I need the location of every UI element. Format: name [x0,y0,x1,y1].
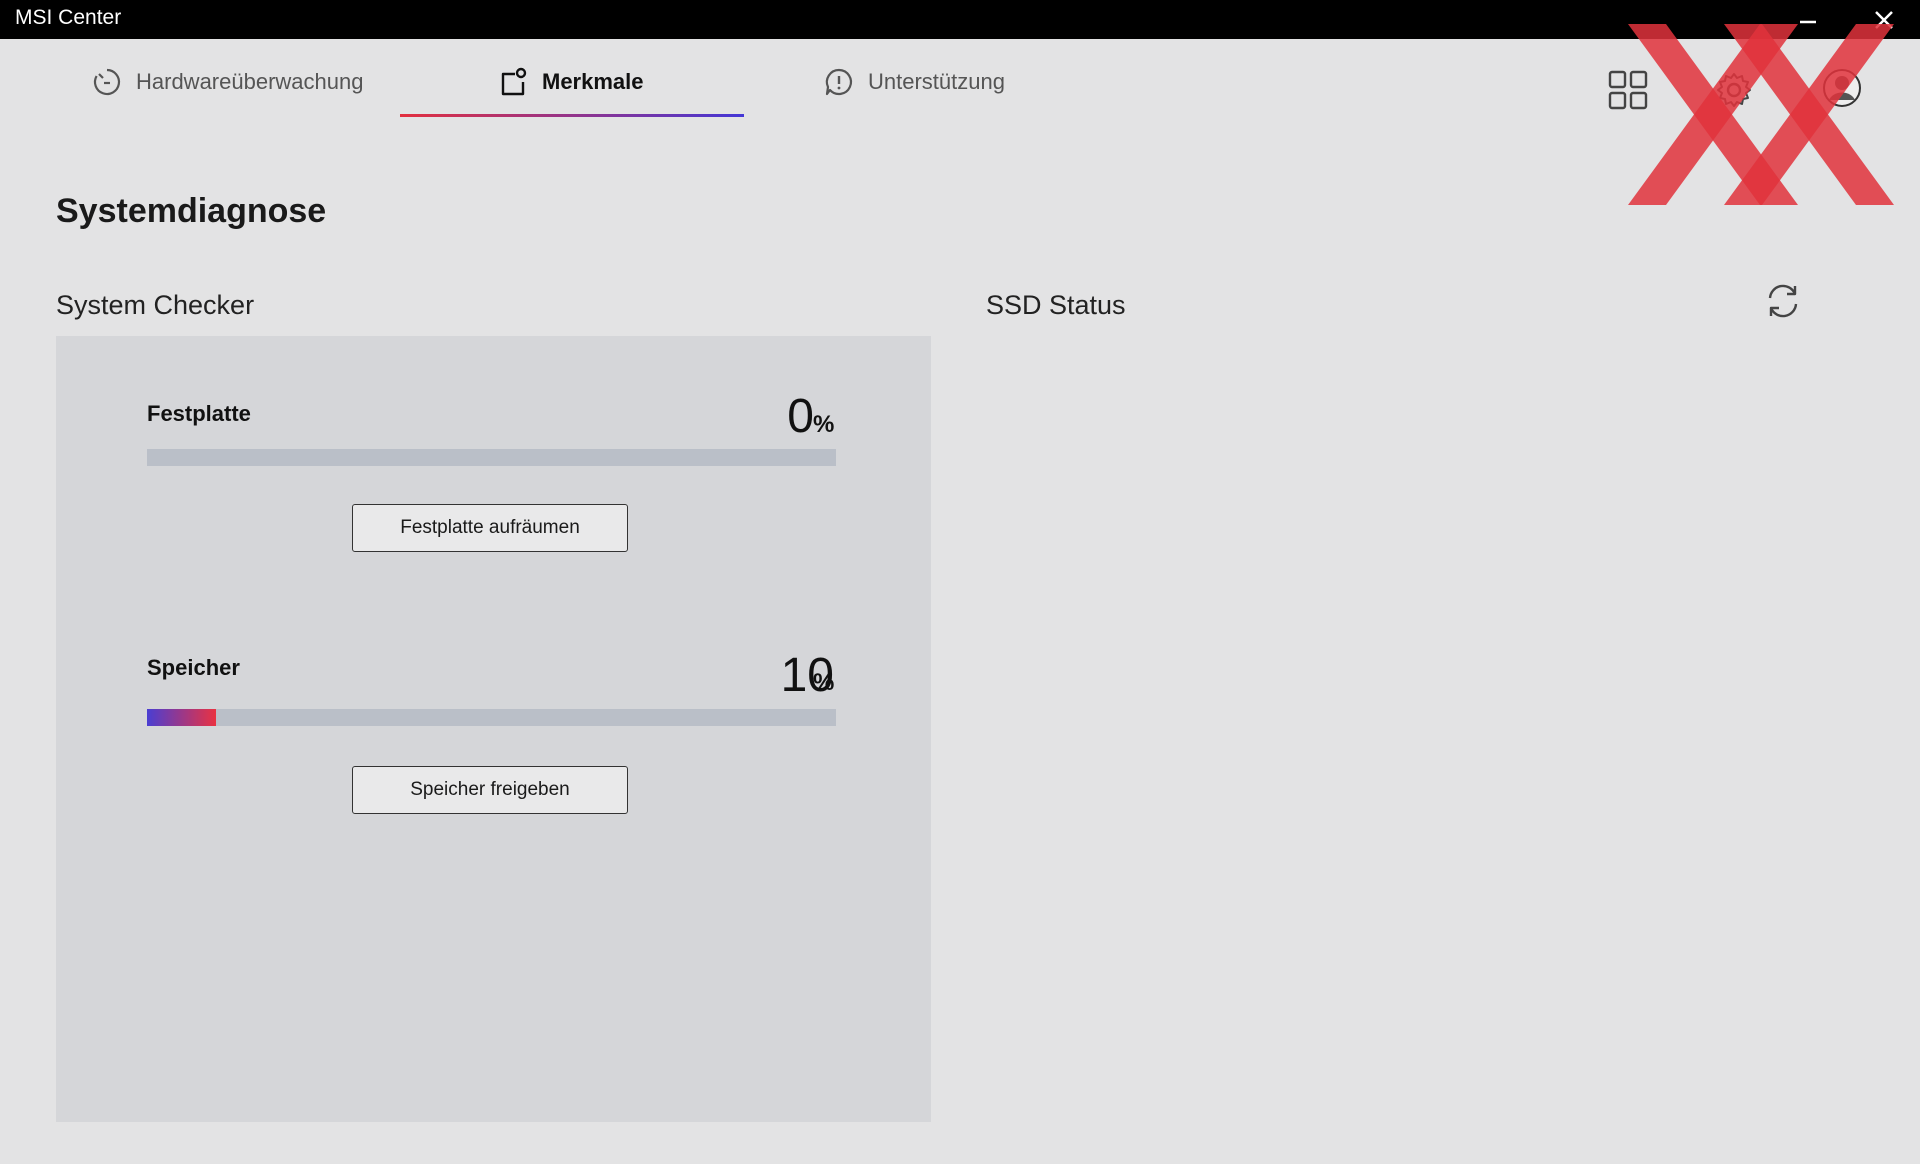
ssd-status-title: SSD Status [986,290,1126,320]
close-icon [1875,10,1893,29]
settings-gear-icon [1717,73,1751,107]
disk-usage-unit: % [813,411,835,438]
apps-grid-button[interactable] [1608,70,1648,115]
close-button[interactable] [1856,0,1912,39]
profile-icon [1823,69,1861,107]
refresh-icon [1768,284,1798,318]
memory-label: Speicher [147,655,240,680]
minimize-button[interactable] [1780,0,1836,39]
refresh-button[interactable] [1764,282,1802,325]
disk-usage-value: 0 [787,390,814,443]
tab-hardware-monitoring[interactable]: Hardwareüberwachung [92,60,363,104]
settings-button[interactable] [1714,70,1754,115]
tab-features[interactable]: Merkmale [498,60,644,104]
system-checker-title: System Checker [56,290,255,320]
support-icon [825,68,853,96]
gauge-icon [93,68,121,96]
system-checker-panel: Festplatte 0 % Festplatte aufräumen Spei… [56,336,931,1122]
memory-usage-bar [147,709,836,726]
window-title: MSI Center [15,6,122,29]
page-title: Systemdiagnose [56,192,327,230]
tab-label: Unterstützung [868,69,1005,94]
tab-label: Hardwareüberwachung [136,69,364,94]
clean-disk-button[interactable]: Festplatte aufräumen [352,504,628,552]
profile-button[interactable] [1820,66,1864,115]
features-icon [501,67,527,96]
tab-label: Merkmale [542,69,644,94]
apps-grid-icon [1608,70,1648,110]
disk-label: Festplatte [147,401,251,426]
title-bar: MSI Center [0,0,1920,39]
tab-support[interactable]: Unterstützung [824,60,1005,104]
memory-usage-fill [147,709,216,726]
disk-usage-bar [147,449,836,466]
free-memory-button[interactable]: Speicher freigeben [352,766,628,814]
memory-usage-unit: % [813,669,835,696]
active-tab-indicator [400,114,744,117]
minimize-icon [1800,20,1816,23]
